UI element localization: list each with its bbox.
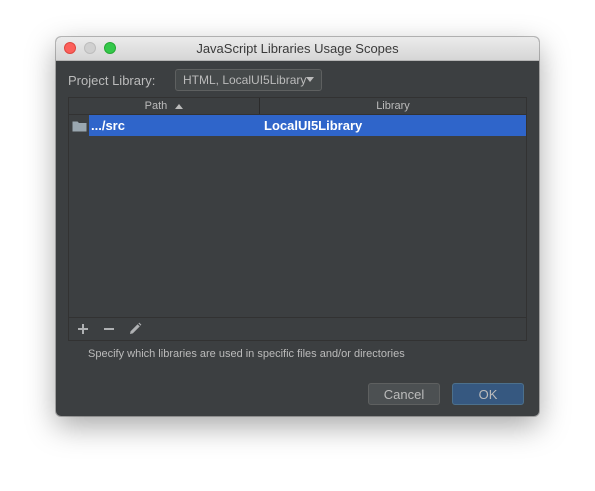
library-cell[interactable]: LocalUI5Library xyxy=(260,115,526,136)
pencil-icon xyxy=(130,322,142,334)
table-toolbar xyxy=(69,317,526,340)
project-library-dropdown[interactable]: HTML, LocalUI5Library xyxy=(175,69,322,91)
column-header-library[interactable]: Library xyxy=(260,98,526,114)
library-value: LocalUI5Library xyxy=(264,118,363,133)
minus-icon xyxy=(104,328,114,330)
scopes-table: Path Library .../src LocalUI5Library xyxy=(68,97,527,341)
chevron-down-icon xyxy=(306,77,314,82)
help-text: Specify which libraries are used in spec… xyxy=(88,348,405,360)
path-value: .../src xyxy=(91,118,125,133)
folder-icon xyxy=(69,115,89,136)
edit-button[interactable] xyxy=(128,322,142,336)
path-cell[interactable]: .../src xyxy=(89,115,260,136)
cancel-button[interactable]: Cancel xyxy=(368,383,440,405)
title-bar[interactable]: JavaScript Libraries Usage Scopes xyxy=(56,37,539,61)
project-library-value: HTML, LocalUI5Library xyxy=(183,73,307,87)
column-header-library-label: Library xyxy=(376,100,410,112)
project-library-label: Project Library: xyxy=(68,73,156,88)
ok-button[interactable]: OK xyxy=(452,383,524,405)
minimize-window-button[interactable] xyxy=(84,42,96,54)
sort-ascending-icon xyxy=(175,103,184,109)
plus-icon xyxy=(78,324,88,334)
remove-button[interactable] xyxy=(102,322,116,336)
close-window-button[interactable] xyxy=(64,42,76,54)
column-header-path[interactable]: Path xyxy=(69,98,260,114)
dialog-window: JavaScript Libraries Usage Scopes Projec… xyxy=(56,37,539,416)
table-header: Path Library xyxy=(69,98,526,115)
table-row[interactable]: .../src LocalUI5Library xyxy=(69,115,526,136)
column-header-path-label: Path xyxy=(144,100,168,112)
window-title: JavaScript Libraries Usage Scopes xyxy=(196,41,399,56)
add-button[interactable] xyxy=(76,322,90,336)
zoom-window-button[interactable] xyxy=(104,42,116,54)
